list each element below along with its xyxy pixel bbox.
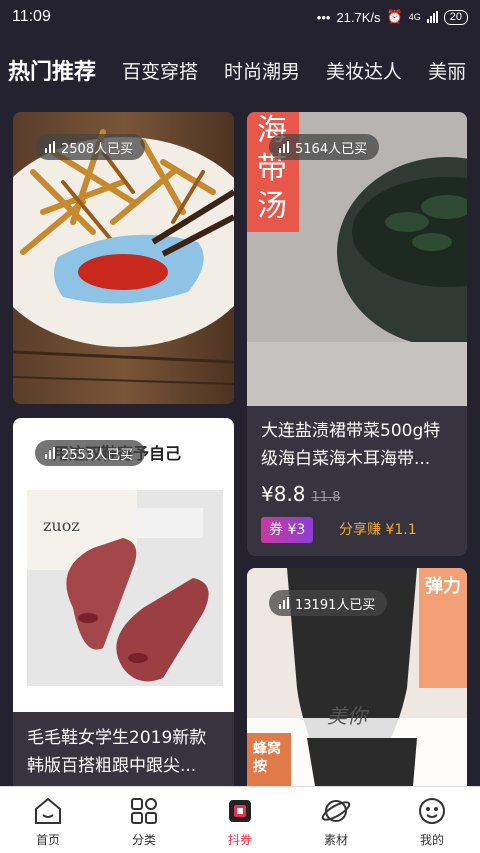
nav-category[interactable]: 分类: [96, 787, 192, 853]
product-feed: 2508人已买 海带汤 5164人已买 大连盐渍裙带菜500g特级海白菜海木耳海…: [0, 112, 480, 786]
image-caption-mid: 美你: [327, 704, 367, 728]
network-type: 4G: [408, 12, 421, 22]
tab-hot-recommend[interactable]: 热门推荐: [8, 54, 96, 86]
bar-chart-icon: [45, 447, 55, 459]
product-card[interactable]: 海带汤 5164人已买 大连盐渍裙带菜500g特级海白菜海木耳海带... ¥8.…: [247, 112, 467, 556]
tab-beauty-expert[interactable]: 美妆达人: [326, 57, 402, 84]
sold-count-badge: 5164人已买: [269, 134, 380, 160]
image-caption-side: 蜂窝按: [253, 741, 281, 775]
category-tabs: 热门推荐 百变穿搭 时尚潮男 美妆达人 美丽: [0, 46, 480, 94]
network-speed: 21.7K/s: [336, 9, 381, 25]
nav-douquan[interactable]: 抖券: [192, 787, 288, 853]
share-earn-label[interactable]: 分享赚 ¥1.1: [339, 517, 417, 543]
coupon-badge[interactable]: 券 ¥3: [261, 517, 314, 543]
status-bar: 11:09 ••• 21.7K/s ⏰ 4G 20: [0, 0, 480, 34]
nav-category-label: 分类: [131, 833, 156, 847]
nav-home-label: 首页: [35, 833, 60, 847]
image-caption: 海带汤: [257, 113, 287, 224]
product-card[interactable]: 用这双鞋寄予自己 zuoz 2553人已买 毛毛鞋女学生2019新款韩版百搭粗跟…: [13, 418, 234, 786]
douquan-icon: [229, 800, 251, 822]
image-caption-top: 弹力: [425, 576, 461, 597]
bar-chart-icon: [279, 597, 289, 609]
sold-count-badge: 2508人已买: [35, 134, 146, 160]
tab-beauty[interactable]: 美丽: [428, 57, 466, 84]
tab-outfits[interactable]: 百变穿搭: [122, 57, 198, 84]
nav-mine[interactable]: 我的: [384, 787, 480, 853]
battery-icon: 20: [443, 9, 468, 25]
home-icon: [35, 797, 61, 824]
bar-chart-icon: [45, 141, 55, 153]
smiley-icon: [419, 798, 445, 824]
nav-douquan-label: 抖券: [227, 833, 252, 847]
planet-icon: [321, 800, 351, 822]
sold-count-badge: 2553人已买: [35, 440, 146, 466]
product-title: 毛毛鞋女学生2019新款韩版百搭粗跟中跟尖...: [27, 728, 207, 776]
product-card[interactable]: 2508人已买: [13, 112, 234, 404]
nav-material[interactable]: 素材: [288, 787, 384, 853]
status-dots: •••: [316, 9, 331, 25]
bottom-nav: 首页 分类 抖券 素材 我的: [0, 786, 480, 853]
product-price: ¥8.8 11.8: [261, 482, 341, 506]
original-price: 11.8: [311, 490, 341, 505]
shoebox-text: zuoz: [43, 516, 80, 535]
signal-icon: [426, 11, 438, 23]
category-icon: [131, 798, 157, 824]
bar-chart-icon: [279, 141, 289, 153]
nav-mine-label: 我的: [419, 833, 444, 847]
status-time: 11:09: [12, 8, 51, 25]
nav-material-label: 素材: [323, 833, 348, 847]
tab-fashion-men[interactable]: 时尚潮男: [224, 57, 300, 84]
product-title: 大连盐渍裙带菜500g特级海白菜海木耳海带...: [261, 421, 441, 469]
sold-count-badge: 13191人已买: [269, 590, 388, 616]
alarm-icon: ⏰: [386, 9, 403, 24]
nav-home[interactable]: 首页: [0, 787, 96, 853]
product-card[interactable]: 弹力 美你 蜂窝按 13191人已买: [247, 568, 467, 786]
